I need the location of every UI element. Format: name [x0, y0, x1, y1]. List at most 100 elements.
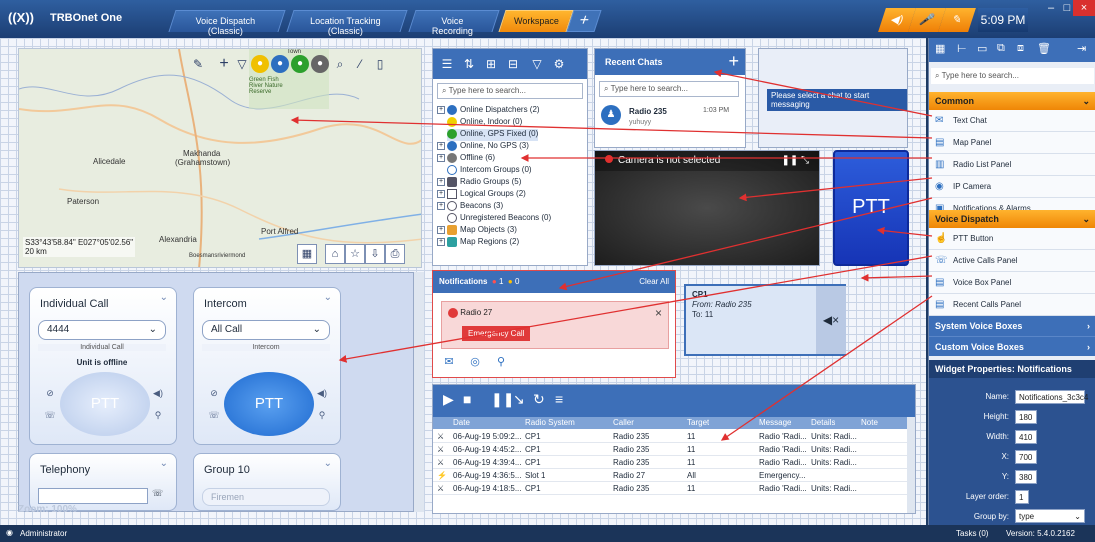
home-icon[interactable]: ⌂	[325, 244, 345, 264]
intercom-select[interactable]: All Call ⌄	[202, 320, 330, 340]
prop-layer-input[interactable]: 1	[1015, 490, 1029, 504]
pin-icon[interactable]: ⇥	[1077, 42, 1086, 55]
tasks-count[interactable]: Tasks (0)	[956, 529, 988, 538]
close-icon[interactable]: ×	[655, 306, 662, 320]
widgets-search-input[interactable]: ⌕ Type here to search...	[931, 68, 1094, 84]
download-icon[interactable]: ⇩	[365, 244, 385, 264]
wrench-icon[interactable]: ⚲	[314, 410, 330, 421]
expand-icon[interactable]: ⊞	[483, 55, 499, 73]
tab-voice-dispatch[interactable]: Voice Dispatch (Classic)	[168, 10, 286, 36]
target-icon[interactable]: ◎	[467, 355, 483, 371]
phone-icon[interactable]: ☏	[42, 410, 58, 421]
chat-name[interactable]: Radio 235	[629, 107, 667, 116]
pause-icon[interactable]: ❚❚	[491, 391, 514, 408]
book-icon[interactable]: ▯	[371, 55, 389, 73]
mail-icon[interactable]: ✉	[441, 355, 457, 371]
tree-offline[interactable]: + Offline (6)	[437, 153, 495, 165]
prop-name-input[interactable]: Notifications_3c3c4	[1015, 390, 1088, 404]
ptt-button[interactable]: PTT	[833, 150, 909, 266]
chevron-down-icon[interactable]: ⌄	[324, 292, 332, 303]
ip-camera-panel[interactable]: Camera is not selected ❚❚ ⤡	[594, 150, 820, 266]
widget-radio-list[interactable]: ▥ Radio List Panel	[929, 154, 1095, 176]
category-custom-voice-boxes[interactable]: Custom Voice Boxes ›	[929, 336, 1095, 356]
speaker-icon[interactable]: ◀)	[314, 388, 330, 399]
table-row[interactable]: ⚔ 06-Aug-19 4:39:4... CP1 Radio 235 11 Radio …	[433, 457, 907, 469]
tree-map-regions[interactable]: + Map Regions (2)	[437, 237, 519, 249]
pencil-icon[interactable]: ✎	[189, 55, 207, 73]
add-chat-button[interactable]: +	[728, 51, 739, 72]
chats-search-input[interactable]: ⌕ Type here to search...	[599, 81, 739, 97]
person-yellow-icon[interactable]: ●	[251, 55, 269, 73]
copy-icon[interactable]: ⧉	[997, 42, 1005, 55]
location-icon[interactable]: ⚲	[493, 355, 509, 371]
filter-icon[interactable]: ▽	[233, 55, 251, 73]
filter-icon[interactable]: ▽	[529, 55, 545, 73]
category-system-voice-boxes[interactable]: System Voice Boxes ›	[929, 316, 1095, 336]
phone-number-input[interactable]	[38, 488, 148, 504]
group-select[interactable]: Firemen	[202, 488, 330, 506]
play-icon[interactable]: ▶	[443, 391, 454, 408]
radio-list-search-input[interactable]: ⌕ Type here to search...	[437, 83, 583, 99]
map-panel[interactable]: ✎ + ▽ ● ● ● ● ⌕ ⁄ ▯ Green Fish River Nat…	[18, 48, 422, 268]
wrench-icon[interactable]: ⚲	[150, 410, 166, 421]
table-row[interactable]: ⚡ 06-Aug-19 4:36:5... Slot 1 Radio 27 All Eme…	[433, 470, 907, 482]
sliders-icon[interactable]: ☰	[439, 55, 455, 73]
widget-voice-box[interactable]: ▤ Voice Box Panel	[929, 272, 1095, 294]
intercom-ptt-button[interactable]: PTT	[224, 372, 314, 436]
tree-online-dispatchers[interactable]: + Online Dispatchers (2)	[437, 105, 540, 117]
tree-online-gps[interactable]: Online, GPS Fixed (0)	[447, 129, 539, 141]
category-common[interactable]: Common ⌄	[929, 92, 1095, 110]
tree-radio-groups[interactable]: + Radio Groups (5)	[437, 177, 521, 189]
table-row[interactable]: ⚔ 06-Aug-19 5:09:2... CP1 Radio 235 11 Radio …	[433, 431, 907, 443]
ruler-icon[interactable]: ⁄	[351, 55, 369, 73]
prop-height-input[interactable]: 180	[1015, 410, 1037, 424]
sort-icon[interactable]: ⇅	[461, 55, 477, 73]
tree-intercom-groups[interactable]: Intercom Groups (0)	[447, 165, 532, 177]
grid-icon[interactable]: ▦	[935, 42, 945, 55]
prop-y-input[interactable]: 380	[1015, 470, 1037, 484]
widget-ip-camera[interactable]: ◉ IP Camera	[929, 176, 1095, 198]
widget-recent-calls[interactable]: ▤ Recent Calls Panel	[929, 294, 1095, 316]
chevron-down-icon[interactable]: ⌄	[160, 292, 168, 303]
crosshair-icon[interactable]: +	[215, 55, 233, 73]
pen-icon[interactable]: ✎	[938, 8, 976, 32]
tab-workspace[interactable]: Workspace	[498, 10, 574, 32]
individual-ptt-button[interactable]: PTT	[60, 372, 150, 436]
tree-online-indoor[interactable]: Online, Indoor (0)	[447, 117, 522, 129]
calls-scrollbar[interactable]	[907, 417, 915, 513]
mute-speaker-icon[interactable]: ◀×	[816, 286, 846, 354]
print-icon[interactable]: ⎙	[385, 244, 405, 264]
tree-unregistered-beacons[interactable]: Unregistered Beacons (0)	[447, 213, 551, 225]
cancel-icon[interactable]: ⊘	[42, 388, 58, 399]
chevron-down-icon[interactable]: ⌄	[160, 458, 168, 469]
collapse-icon[interactable]: ⊟	[505, 55, 521, 73]
tree-online-no-gps[interactable]: + Online, No GPS (3)	[437, 141, 529, 153]
refresh-icon[interactable]: ↻	[533, 391, 545, 408]
tab-location-tracking[interactable]: Location Tracking (Classic)	[286, 10, 408, 36]
delete-icon[interactable]: 🗑	[1037, 42, 1051, 55]
prop-width-input[interactable]: 410	[1015, 430, 1037, 444]
pin-icon[interactable]: ↘	[513, 391, 525, 408]
search-icon[interactable]: ⌕	[331, 55, 349, 73]
layout-icon[interactable]: ▭	[977, 42, 987, 55]
person-green-icon[interactable]: ●	[291, 55, 309, 73]
workspace-scrollbar[interactable]	[414, 272, 424, 512]
paste-icon[interactable]: ⧈	[1017, 42, 1024, 55]
star-icon[interactable]: ☆	[345, 244, 365, 264]
widget-ptt-button[interactable]: ☝ PTT Button	[929, 228, 1095, 250]
prop-groupby-select[interactable]: type ⌄	[1015, 509, 1085, 523]
individual-call-select[interactable]: 4444 ⌄	[38, 320, 166, 340]
person-gray-icon[interactable]: ●	[311, 55, 329, 73]
widget-map-panel[interactable]: ▤ Map Panel	[929, 132, 1095, 154]
notification-card[interactable]: Radio 27 Emergency Call ×	[441, 301, 669, 349]
clear-all-link[interactable]: Clear All	[639, 277, 669, 286]
tree-logical-groups[interactable]: + Logical Groups (2)	[437, 189, 526, 201]
person-blue-icon[interactable]: ●	[271, 55, 289, 73]
align-icon[interactable]: ⊢	[957, 42, 967, 55]
add-tab-button[interactable]: +	[566, 10, 602, 32]
prop-x-input[interactable]: 700	[1015, 450, 1037, 464]
layers-icon[interactable]: ▦	[297, 244, 317, 264]
close-button[interactable]: ×	[1073, 0, 1095, 16]
dialpad-icon[interactable]: ☏	[152, 488, 163, 499]
chevron-down-icon[interactable]: ⌄	[324, 458, 332, 469]
